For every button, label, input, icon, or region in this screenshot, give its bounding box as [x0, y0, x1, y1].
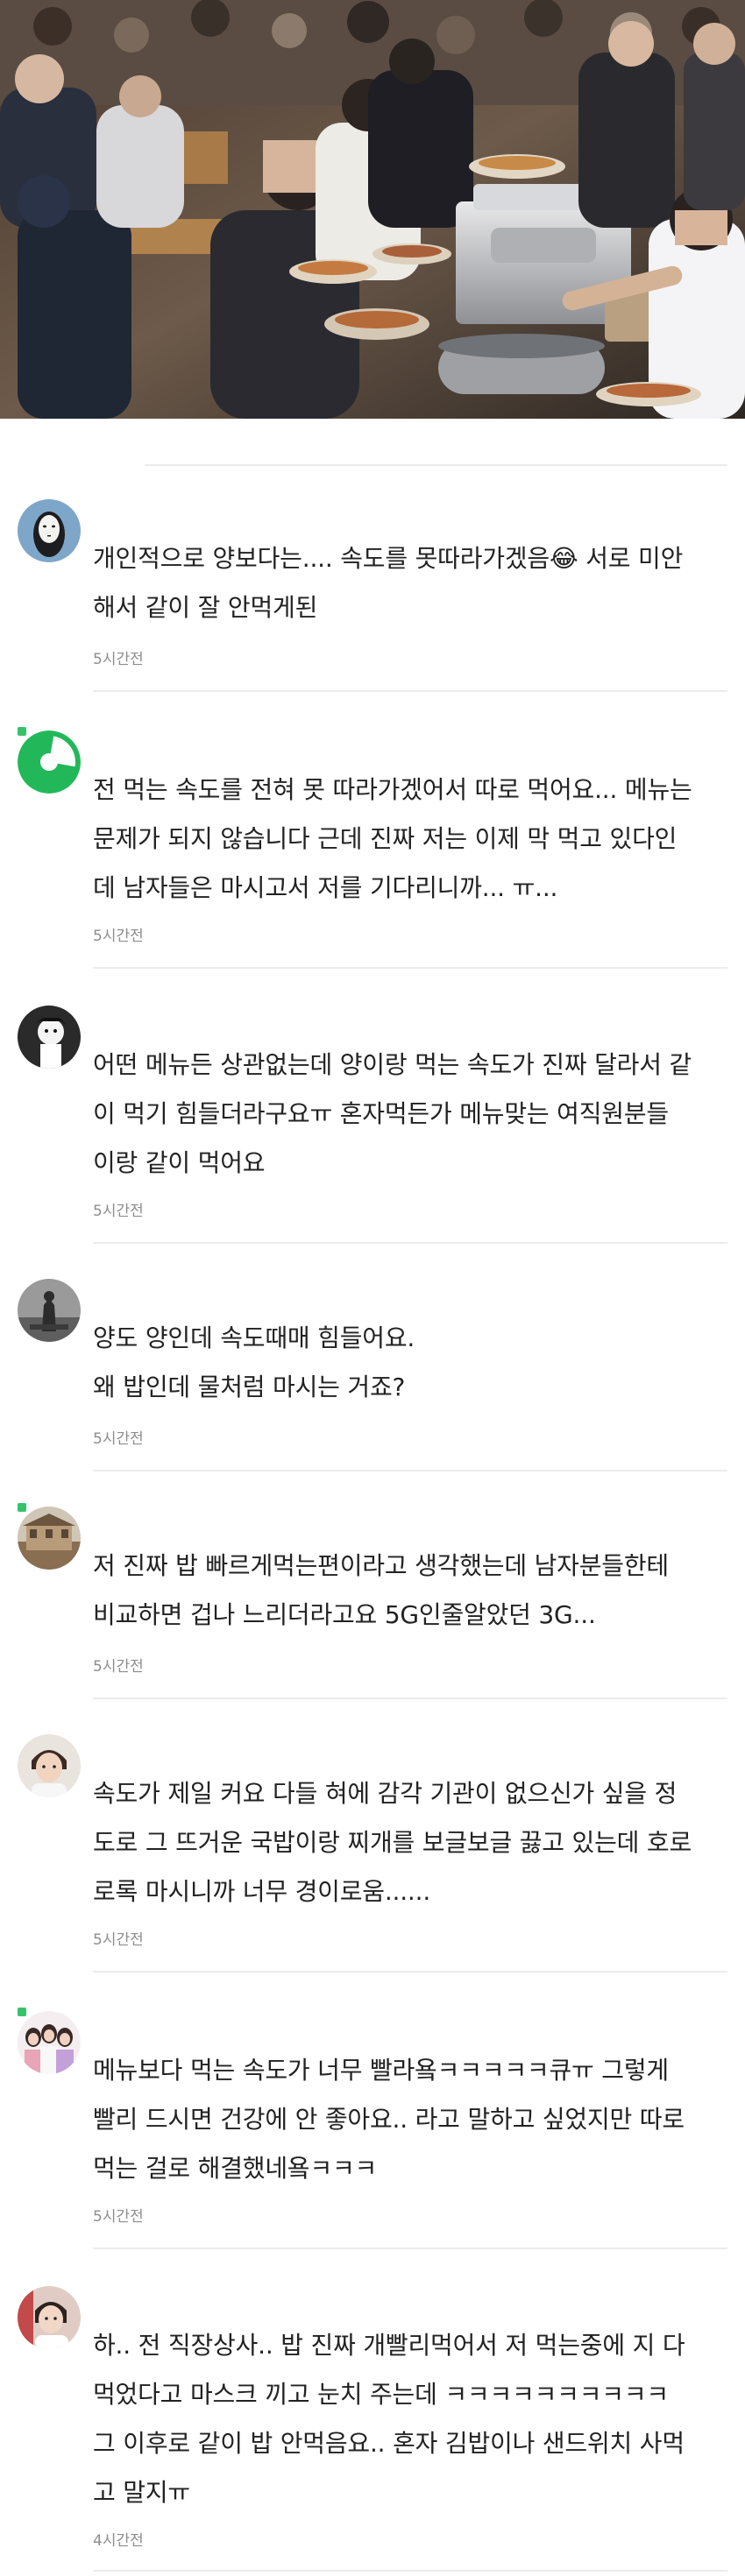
comment-time: 5시간전 — [93, 1931, 144, 1949]
comment-divider — [93, 1470, 727, 1471]
avatar[interactable] — [18, 1734, 81, 1797]
comment-time: 5시간전 — [93, 928, 144, 945]
avatar[interactable] — [18, 2286, 81, 2349]
comment-divider — [93, 1242, 727, 1244]
comment-time: 5시간전 — [93, 1430, 144, 1448]
comment-text: 속도가 제일 커요 다들 혀에 감각 기관이 없으신가 싶을 정 도로 그 뜨거… — [93, 1779, 692, 1906]
comment-divider — [93, 967, 727, 969]
statue-avatar-icon — [18, 1279, 81, 1342]
comment-divider — [93, 2570, 727, 2572]
avatar[interactable] — [18, 1507, 81, 1570]
avatar[interactable] — [18, 499, 81, 562]
badge-icon — [18, 1503, 26, 1512]
comment-time: 4시간전 — [93, 2532, 144, 2550]
comment-text: 개인적으로 양보다는.... 속도를 못따라가겠음😂 서로 미안 해서 같이 잘… — [93, 544, 684, 622]
comment-time: 5시간전 — [93, 1658, 144, 1676]
comment-text: 어떤 메뉴든 상관없는데 양이랑 먹는 속도가 진짜 달라서 같 이 먹기 힘들… — [93, 1050, 692, 1177]
building-avatar-icon — [18, 1507, 81, 1570]
badge-icon — [18, 727, 26, 736]
avatar[interactable] — [18, 1279, 81, 1342]
green-pie-avatar-icon — [18, 730, 81, 794]
comment-divider — [93, 690, 727, 692]
no-face-avatar-icon — [18, 499, 81, 562]
comment-text: 메뉴보다 먹는 속도가 너무 빨라욬ㅋㅋㅋㅋㅋ큐ㅠ 그렇게 빨리 드시면 건강에… — [93, 2056, 685, 2183]
comment-text: 저 진짜 밥 빠르게먹는편이라고 생각했는데 남자분들한테 비교하면 겁나 느리… — [93, 1551, 669, 1629]
hero-photo — [0, 0, 745, 419]
person-avatar-icon — [18, 1734, 81, 1797]
comment-text: 하.. 전 직장상사.. 밥 진짜 개빨리먹어서 저 먹는중에 지 다 먹었다고… — [93, 2331, 685, 2507]
top-divider — [145, 464, 727, 466]
comment-time: 5시간전 — [93, 2208, 144, 2226]
badge-icon — [18, 2008, 26, 2016]
comment-time: 5시간전 — [93, 651, 144, 668]
avatar[interactable] — [18, 730, 81, 794]
comment-time: 5시간전 — [93, 1203, 144, 1220]
comment-text: 전 먹는 속도를 전혀 못 따라가겠어서 따로 먹어요... 메뉴는 문제가 되… — [93, 775, 692, 902]
comment-divider — [93, 2248, 727, 2249]
avatar[interactable] — [18, 2011, 81, 2074]
restaurant-buffet-image — [0, 0, 745, 419]
cartoon-avatar-icon — [18, 1006, 81, 1069]
comment-divider — [93, 1697, 727, 1699]
comment-text: 양도 양인데 속도때매 힘들어요. 왜 밥인데 물처럼 마시는 거죠? — [93, 1323, 415, 1401]
group-avatar-icon — [18, 2011, 81, 2074]
portrait-avatar-icon — [18, 2286, 81, 2349]
avatar[interactable] — [18, 1006, 81, 1069]
comment-divider — [93, 1971, 727, 1973]
